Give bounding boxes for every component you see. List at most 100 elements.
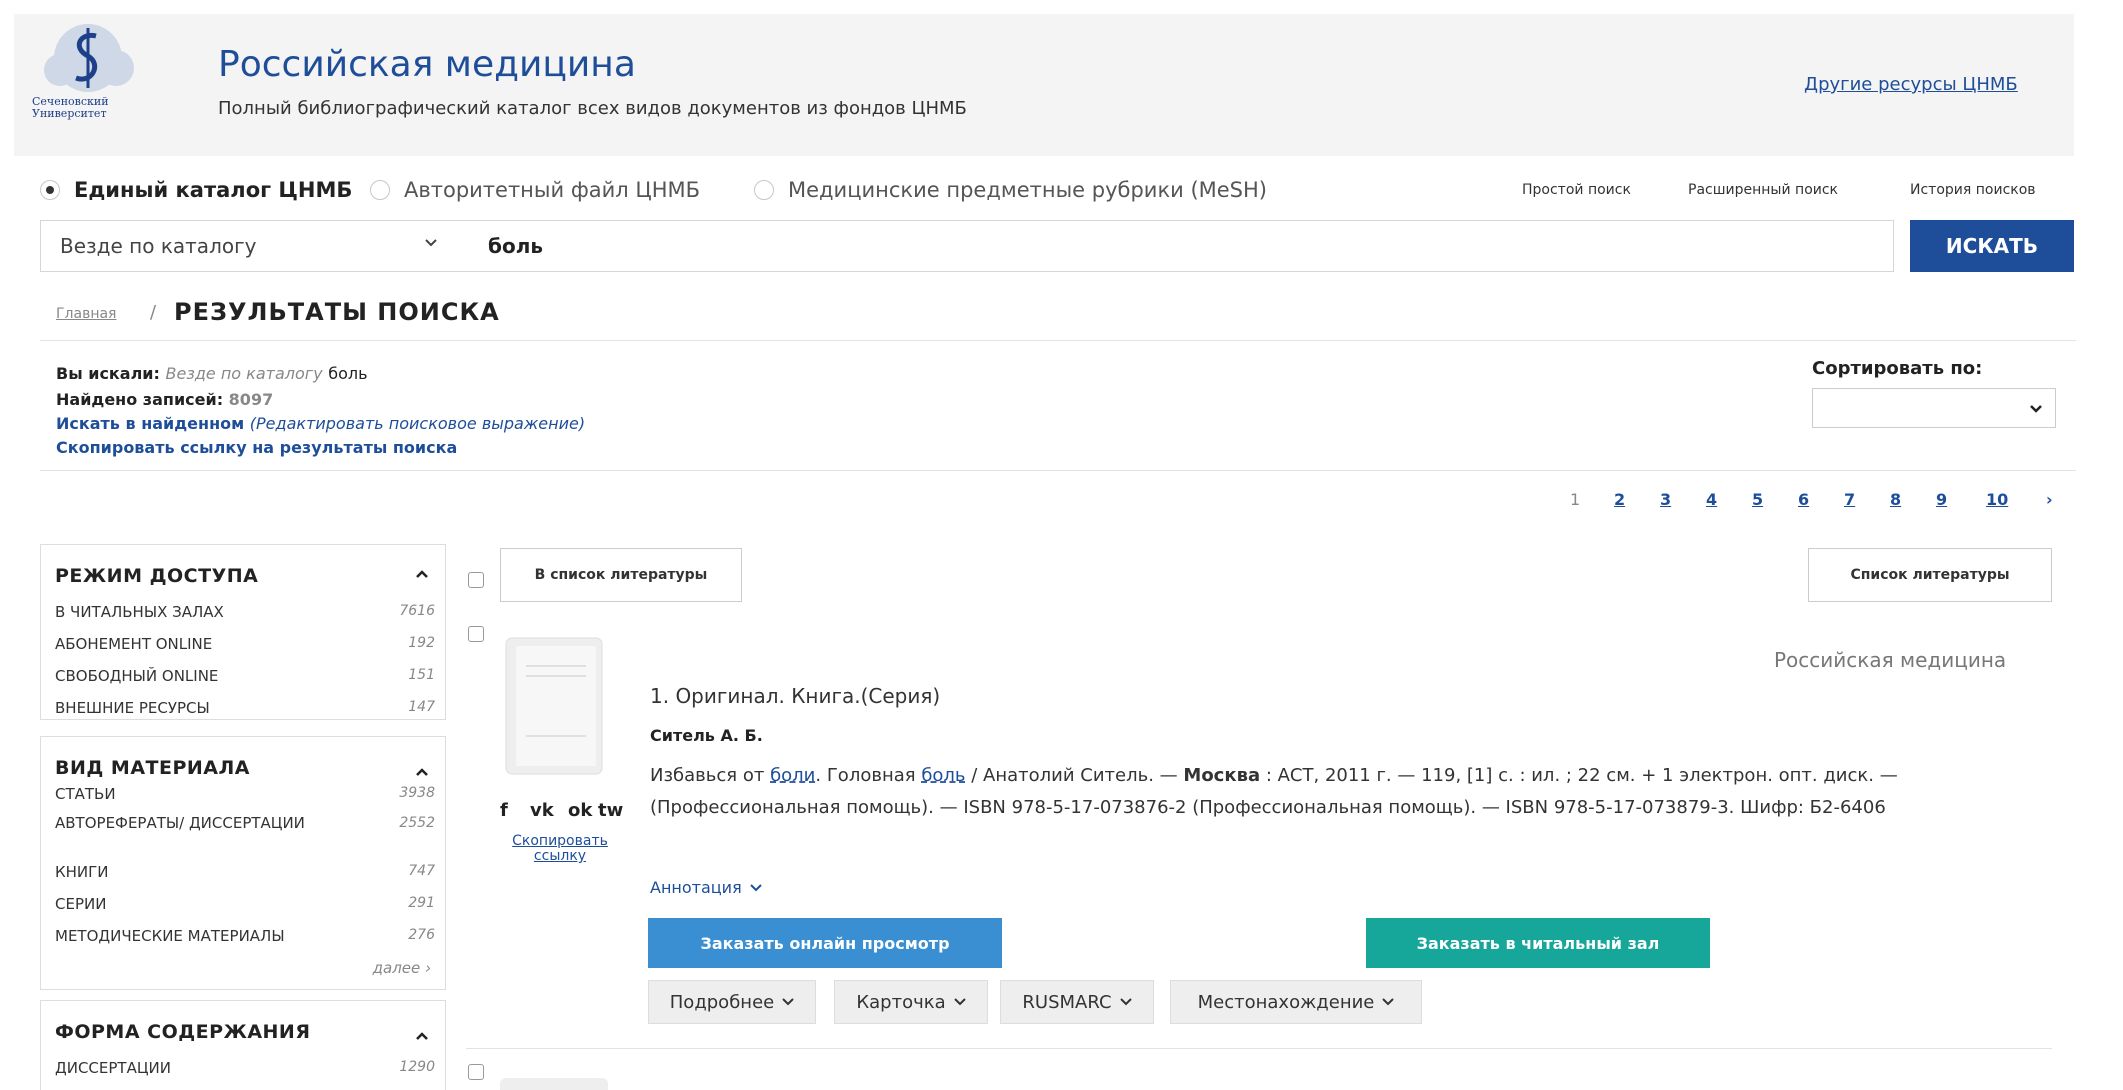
record-checkbox[interactable] [468,626,484,642]
sort-select[interactable] [1812,388,2056,428]
summary-query: боль [328,364,368,383]
facet-item-label: ВНЕШНИЕ РЕСУРСЫ [55,699,210,717]
next-page-link[interactable]: › [2046,490,2053,509]
page-link[interactable]: 6 [1798,490,1809,509]
details-dropdown[interactable]: Подробнее [648,980,816,1024]
search-bar [40,220,1894,272]
annotation-toggle[interactable]: Аннотация [650,878,762,897]
record-title[interactable]: 1. Оригинал. Книга.(Серия) [650,684,940,708]
page-link[interactable]: 2 [1614,490,1625,509]
bibliography-list-button[interactable]: Список литературы [1808,548,2052,602]
chevron-up-icon[interactable] [415,1029,429,1043]
chevron-up-icon[interactable] [415,765,429,779]
chevron-down-icon [1382,998,1395,1006]
page-link[interactable]: 3 [1660,490,1671,509]
select-all-checkbox[interactable] [468,572,484,588]
odnoklassniki-icon[interactable]: ok [568,800,592,821]
facet-item[interactable]: МЕТОДИЧЕСКИЕ МАТЕРИАЛЫ 276 [55,927,435,945]
facet-item[interactable]: СЕРИИ 291 [55,895,435,913]
facet-item-count: 2552 [399,815,435,831]
page-link[interactable]: 7 [1844,490,1855,509]
desc-text: . Головная [815,765,922,786]
facet-item[interactable]: СВОБОДНЫЙ ONLINE 151 [55,667,435,685]
keyword-highlight[interactable]: боль [921,765,965,786]
edit-query-link[interactable]: (Редактировать поисковое выражение) [250,414,585,433]
chevron-down-icon[interactable] [424,236,438,250]
details-label: Подробнее [669,991,775,1013]
card-label: Карточка [856,991,946,1013]
add-to-bibliography-button[interactable]: В список литературы [500,548,742,602]
facet-item[interactable]: ВНЕШНИЕ РЕСУРСЫ 147 [55,699,435,717]
annotation-label: Аннотация [650,878,742,897]
copy-record-link[interactable]: Скопировать ссылку [498,834,622,864]
site-subtitle: Полный библиографический каталог всех ви… [218,98,967,119]
sort-label: Сортировать по: [1812,358,1983,379]
search-history-link[interactable]: История поисков [1910,182,2036,198]
catalog-option-authority[interactable]: Авторитетный файл ЦНМБ [370,178,700,202]
advanced-search-link[interactable]: Расширенный поиск [1688,182,1838,198]
location-dropdown[interactable]: Местонахождение [1170,980,1422,1024]
search-button[interactable]: ИСКАТЬ [1910,220,2074,272]
catalog-option-label: Медицинские предметные рубрики (MeSH) [788,178,1267,202]
facet-item[interactable]: В ЧИТАЛЬНЫХ ЗАЛАХ 7616 [55,603,435,621]
order-reading-room-button[interactable]: Заказать в читальный зал [1366,918,1710,968]
card-dropdown[interactable]: Карточка [834,980,988,1024]
book-cover-icon[interactable] [500,636,608,776]
chevron-up-icon[interactable] [415,567,429,581]
facebook-icon[interactable]: f [500,800,508,821]
simple-search-link[interactable]: Простой поиск [1522,182,1631,198]
facet-item[interactable]: ДИССЕРТАЦИИ 1290 [55,1059,435,1077]
search-scope-select[interactable]: Везде по каталогу [60,234,256,258]
keyword-highlight[interactable]: боли [770,765,815,786]
facet-title[interactable]: РЕЖИМ ДОСТУПА [55,565,258,587]
radio-icon[interactable] [754,180,774,200]
chevron-down-icon [953,998,966,1006]
divider [466,1048,2052,1049]
copy-results-link[interactable]: Скопировать ссылку на результаты поиска [56,438,457,457]
record-author[interactable]: Ситель А. Б. [650,726,763,745]
record-source: Российская медицина [1774,648,2007,672]
catalog-option-mesh[interactable]: Медицинские предметные рубрики (MeSH) [754,178,1267,202]
page-current: 1 [1570,490,1581,509]
facet-item-label: СВОБОДНЫЙ ONLINE [55,667,219,685]
order-online-view-button[interactable]: Заказать онлайн просмотр [648,918,1002,968]
record-checkbox[interactable] [468,1064,484,1080]
facet-item[interactable]: АВТОРЕФЕРАТЫ/ ДИССЕРТАЦИИ 2552 [55,815,435,832]
facet-title[interactable]: ФОРМА СОДЕРЖАНИЯ [55,1021,310,1043]
page-link[interactable]: 9 [1936,490,1947,509]
radio-icon[interactable] [370,180,390,200]
page-title: РЕЗУЛЬТАТЫ ПОИСКА [174,298,500,326]
other-resources-link[interactable]: Другие ресурсы ЦНМБ [1804,74,2018,95]
breadcrumb-home-link[interactable]: Главная [56,306,116,322]
facet-item[interactable]: АБОНЕМЕНТ ONLINE 192 [55,635,435,653]
page-link[interactable]: 5 [1752,490,1763,509]
rusmarc-label: RUSMARC [1022,991,1112,1013]
facet-item-count: 7616 [399,603,435,619]
page-link[interactable]: 10 [1986,490,2008,509]
desc-text: / Анатолий Ситель. — [965,765,1184,786]
catalog-option-label: Авторитетный файл ЦНМБ [404,178,701,202]
facet-more-link[interactable]: далее › [373,959,431,977]
vk-icon[interactable]: vk [530,800,554,821]
facet-content-form: ФОРМА СОДЕРЖАНИЯ ДИССЕРТАЦИИ 1290 [40,1000,446,1090]
twitter-icon[interactable]: tw [598,800,623,821]
refine-search-link[interactable]: Искать в найденном [56,414,244,433]
search-input[interactable]: боль [488,234,543,258]
facet-access-mode: РЕЖИМ ДОСТУПА В ЧИТАЛЬНЫХ ЗАЛАХ 7616 АБОН… [40,544,446,720]
summary-scope: Везде по каталогу [165,364,323,383]
book-cover-icon[interactable] [500,1078,608,1090]
facet-item-count: 291 [408,895,435,911]
desc-place: Москва [1183,765,1261,786]
rusmarc-dropdown[interactable]: RUSMARC [1000,980,1154,1024]
catalog-option-unified[interactable]: Единый каталог ЦНМБ [40,178,352,202]
logo-caption: Сеченовский Университет [32,96,109,120]
facet-item[interactable]: СТАТЬИ 3938 [55,785,435,803]
page-link[interactable]: 4 [1706,490,1717,509]
page-link[interactable]: 8 [1890,490,1901,509]
facet-item-label: СТАТЬИ [55,785,116,803]
facet-item-label: МЕТОДИЧЕСКИЕ МАТЕРИАЛЫ [55,927,285,945]
facet-title[interactable]: ВИД МАТЕРИАЛА [55,757,250,779]
radio-selected-icon[interactable] [40,180,60,200]
facet-item[interactable]: КНИГИ 747 [55,863,435,881]
site-title[interactable]: Российская медицина [218,44,636,85]
